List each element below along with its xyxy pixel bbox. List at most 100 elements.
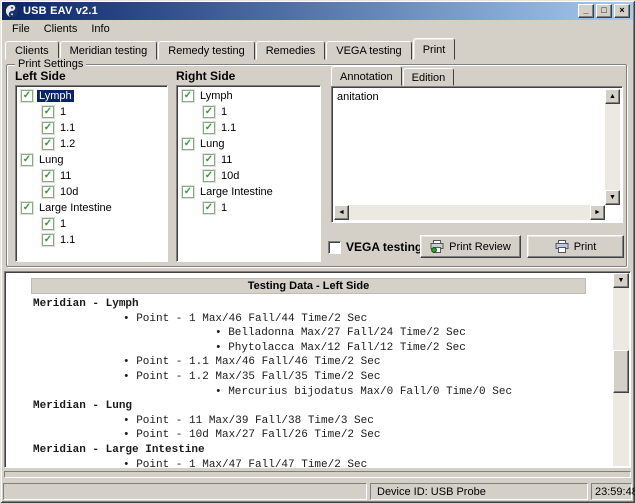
checkbox-icon[interactable]: ✓ — [182, 138, 194, 150]
tree-item[interactable]: ✓1 — [177, 105, 320, 119]
checkbox-icon[interactable]: ✓ — [203, 154, 215, 166]
tree-item[interactable]: ✓ 1.2 — [16, 137, 167, 151]
tree-item-label[interactable]: 1 — [219, 106, 229, 118]
tree-item-label[interactable]: 1.1 — [219, 122, 238, 134]
status-clock: 23:59:48 — [591, 483, 632, 500]
right-side-label: Right Side — [176, 69, 235, 83]
tree-item[interactable]: ✓ Lung — [16, 153, 167, 167]
tree-item-label[interactable]: Lymph — [37, 90, 74, 102]
checkbox-icon[interactable]: ✓ — [182, 186, 194, 198]
app-yinyang-icon — [5, 4, 19, 18]
checkbox-icon[interactable]: ✓ — [203, 122, 215, 134]
checkbox-icon[interactable]: ✓ — [21, 202, 33, 214]
menu-item-clients[interactable]: Clients — [38, 21, 84, 37]
tree-item[interactable]: ✓ 11 — [16, 169, 167, 183]
scroll-right-icon[interactable]: ► — [590, 205, 605, 220]
tree-item[interactable]: ✓ 1.1 — [16, 121, 167, 135]
testing-data-line: • Phytolacca Max/12 Fall/12 Time/2 Sec — [5, 342, 630, 357]
tab-remedy-testing[interactable]: Remedy testing — [158, 41, 254, 60]
status-cell-empty — [3, 483, 367, 500]
checkbox-icon[interactable]: ✓ — [21, 90, 33, 102]
tree-item-label[interactable]: 1.1 — [58, 234, 77, 246]
close-button[interactable]: × — [614, 4, 630, 18]
checkbox-icon[interactable]: ✓ — [42, 234, 54, 246]
tree-item-label[interactable]: Large Intestine — [198, 186, 275, 198]
vega-testing-checkbox[interactable] — [328, 241, 341, 254]
checkbox-icon[interactable]: ✓ — [42, 218, 54, 230]
tree-item[interactable]: ✓ Large Intestine — [177, 185, 320, 199]
maximize-button[interactable]: □ — [596, 4, 612, 18]
scroll-up-icon[interactable]: ▲ — [605, 89, 620, 104]
tab-vega-testing[interactable]: VEGA testing — [326, 41, 411, 60]
checkbox-icon[interactable]: ✓ — [203, 170, 215, 182]
print-review-button[interactable]: Print Review — [420, 235, 521, 258]
testing-data-line: • Point - 10d Max/27 Fall/26 Time/2 Sec — [5, 429, 630, 444]
tree-item-label[interactable]: Lung — [37, 154, 65, 166]
tree-item[interactable]: ✓ Lung — [177, 137, 320, 151]
vega-testing-row: VEGA testing — [328, 240, 422, 254]
annotation-tab-annotation[interactable]: Annotation — [331, 66, 402, 86]
print-button[interactable]: Print — [527, 235, 624, 258]
tree-item-label[interactable]: 11 — [58, 170, 73, 182]
tree-item[interactable]: ✓ 10d — [177, 169, 320, 183]
testing-data-panel: Testing Data - Left Side Meridian - Lymp… — [4, 271, 631, 468]
testing-data-scrollbar[interactable]: ▲ ▼ — [613, 273, 629, 466]
tree-item-label[interactable]: Lung — [198, 138, 226, 150]
tree-item[interactable]: ✓ Lymph — [177, 89, 320, 103]
annotation-vertical-scrollbar[interactable]: ▲ ▼ — [605, 89, 620, 205]
tab-remedies[interactable]: Remedies — [256, 41, 326, 60]
tree-item-label[interactable]: 1.2 — [58, 138, 77, 150]
tree-item[interactable]: ✓ 1.1 — [16, 233, 167, 247]
checkbox-icon[interactable]: ✓ — [42, 186, 54, 198]
checkbox-icon[interactable]: ✓ — [203, 106, 215, 118]
status-device-id: Device ID: USB Probe — [370, 483, 588, 500]
checkbox-icon[interactable]: ✓ — [42, 106, 54, 118]
checkbox-icon[interactable]: ✓ — [42, 138, 54, 150]
annotation-textarea[interactable]: anitation — [334, 89, 605, 205]
tree-item[interactable]: ✓ Lymph — [16, 89, 167, 103]
tree-item-label[interactable]: 1 — [58, 218, 68, 230]
menu-item-file[interactable]: File — [6, 21, 36, 37]
checkbox-icon[interactable]: ✓ — [203, 202, 215, 214]
tree-item-label[interactable]: 10d — [219, 170, 241, 182]
checkbox-icon[interactable]: ✓ — [42, 170, 54, 182]
testing-data-line: Meridian - Lung — [5, 400, 630, 415]
tree-item-label[interactable]: 11 — [219, 154, 234, 166]
printer-icon — [555, 240, 569, 253]
scrollbar-thumb[interactable] — [613, 350, 629, 392]
print-label: Print — [574, 241, 597, 253]
testing-data-line: Meridian - Large Intestine — [5, 444, 630, 459]
annotation-tab-edition[interactable]: Edition — [403, 68, 455, 86]
tree-item-label[interactable]: Large Intestine — [37, 202, 114, 214]
tree-item-label[interactable]: 1.1 — [58, 122, 77, 134]
tree-item-label[interactable]: Lymph — [198, 90, 235, 102]
tab-print[interactable]: Print — [413, 38, 456, 60]
tree-item[interactable]: ✓ 10d — [16, 185, 167, 199]
checkbox-icon[interactable]: ✓ — [42, 122, 54, 134]
tree-item[interactable]: ✓ 1.1 — [177, 121, 320, 135]
status-bar: Device ID: USB Probe 23:59:48 — [2, 481, 633, 501]
menu-item-info[interactable]: Info — [85, 21, 115, 37]
testing-data-line: • Point - 11 Max/39 Fall/38 Time/3 Sec — [5, 415, 630, 430]
tree-item[interactable]: ✓ Large Intestine — [16, 201, 167, 215]
tree-item-label[interactable]: 1 — [219, 202, 229, 214]
tree-item[interactable]: ✓ 11 — [177, 153, 320, 167]
minimize-button[interactable]: _ — [578, 4, 594, 18]
vega-testing-label: VEGA testing — [346, 240, 422, 254]
tree-item[interactable]: ✓1 — [16, 217, 167, 231]
testing-data-line: • Point - 1 Max/47 Fall/47 Time/2 Sec — [5, 459, 630, 468]
checkbox-icon[interactable]: ✓ — [182, 90, 194, 102]
tree-item[interactable]: ✓1 — [177, 201, 320, 215]
scroll-left-icon[interactable]: ◄ — [334, 205, 349, 220]
scroll-down-icon[interactable]: ▼ — [613, 273, 629, 288]
annotation-horizontal-scrollbar[interactable]: ◄ ► — [334, 205, 605, 220]
tree-item-label[interactable]: 10d — [58, 186, 80, 198]
app-window: USB EAV v2.1 _ □ × FileClientsInfo Clien… — [0, 0, 635, 503]
checkbox-icon[interactable]: ✓ — [21, 154, 33, 166]
scroll-down-icon[interactable]: ▼ — [605, 190, 620, 205]
tree-item-label[interactable]: 1 — [58, 106, 68, 118]
testing-data-line: • Mercurius bijodatus Max/0 Fall/0 Time/… — [5, 386, 630, 401]
window-title: USB EAV v2.1 — [23, 5, 576, 17]
tree-item[interactable]: ✓1 — [16, 105, 167, 119]
annotation-panel: anitation ▲ ▼ ◄ ► — [331, 86, 623, 223]
